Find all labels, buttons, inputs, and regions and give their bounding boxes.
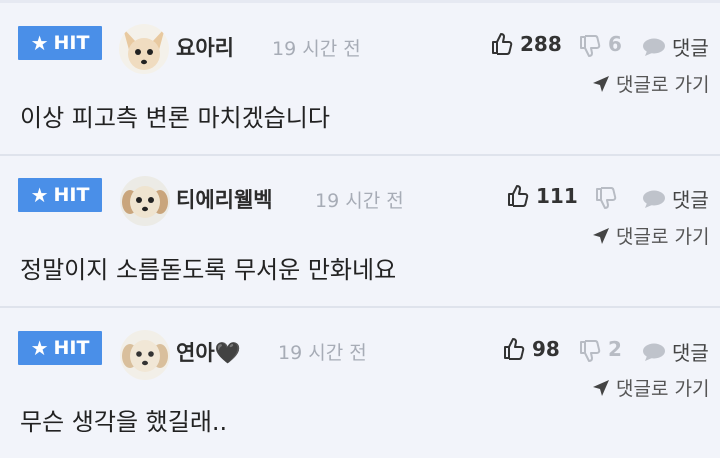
speech-bubble-icon <box>643 343 665 361</box>
goto-reply-link[interactable]: 댓글로 가기 <box>592 70 709 97</box>
nickname[interactable]: 요아리 <box>176 32 234 62</box>
dislike-count: 2 <box>608 337 622 361</box>
thumbs-up-icon[interactable] <box>490 32 514 56</box>
thumbs-down-icon[interactable] <box>578 339 602 363</box>
speech-bubble-icon <box>643 190 665 208</box>
arrow-icon <box>593 75 609 92</box>
top-divider <box>0 0 720 3</box>
dislike-count: 6 <box>608 32 622 56</box>
avatar[interactable] <box>119 24 169 74</box>
thumbs-down-icon[interactable] <box>594 186 618 210</box>
nickname[interactable]: 티에리웰벡 <box>176 184 273 214</box>
arrow-icon <box>593 227 609 244</box>
hit-badge: ★ HIT <box>18 178 102 212</box>
comment-divider <box>0 306 720 308</box>
comment-text: 정말이지 소름돋도록 무서운 만화네요 <box>20 256 397 284</box>
like-count: 288 <box>520 32 562 56</box>
nickname[interactable]: 연아🖤 <box>176 337 241 367</box>
comment-divider <box>0 154 720 156</box>
hit-badge: ★ HIT <box>18 26 102 60</box>
speech-bubble-icon <box>643 38 665 56</box>
like-count: 111 <box>536 184 578 208</box>
avatar[interactable] <box>120 176 170 226</box>
chihuahua-avatar-icon <box>119 24 169 74</box>
comment-text: 이상 피고측 변론 마치겠습니다 <box>20 104 330 132</box>
goto-reply-link[interactable]: 댓글로 가기 <box>592 374 709 401</box>
timestamp: 19 시간 전 <box>315 190 404 212</box>
reply-button[interactable]: 댓글 <box>642 32 709 61</box>
goto-reply-link[interactable]: 댓글로 가기 <box>592 222 709 249</box>
timestamp: 19 시간 전 <box>278 342 367 364</box>
star-icon: ★ <box>30 183 49 207</box>
hit-badge: ★ HIT <box>18 331 102 365</box>
avatar[interactable] <box>120 330 170 380</box>
reply-button[interactable]: 댓글 <box>642 184 709 213</box>
like-count: 98 <box>532 337 560 361</box>
star-icon: ★ <box>30 336 49 360</box>
reply-button[interactable]: 댓글 <box>642 337 709 366</box>
arrow-icon <box>593 379 609 396</box>
puppy-avatar-icon <box>120 176 170 226</box>
comment-text: 무슨 생각을 했길래.. <box>20 408 228 436</box>
thumbs-down-icon[interactable] <box>578 34 602 58</box>
timestamp: 19 시간 전 <box>272 38 361 60</box>
thumbs-up-icon[interactable] <box>506 184 530 208</box>
puppy-avatar-icon <box>120 330 170 380</box>
star-icon: ★ <box>30 31 49 55</box>
thumbs-up-icon[interactable] <box>502 337 526 361</box>
